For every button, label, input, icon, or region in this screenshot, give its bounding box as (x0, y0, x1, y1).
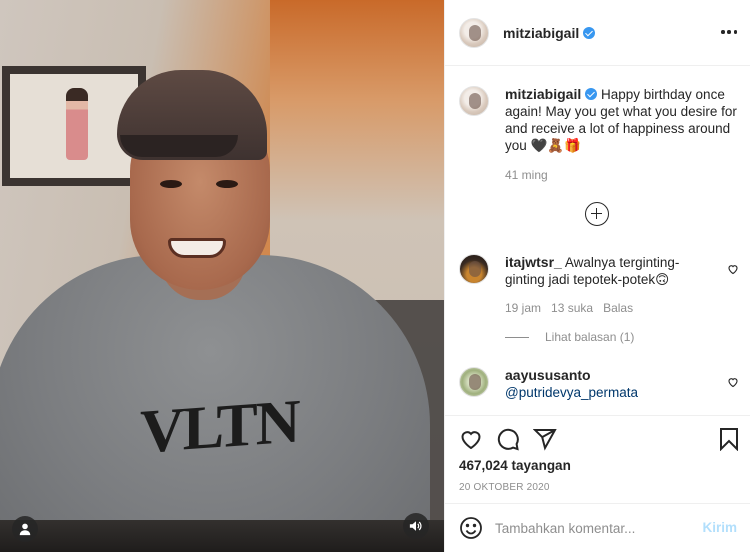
post-actions: 467,024 tayangan 20 OKTOBER 2020 (445, 415, 750, 505)
verified-icon (585, 88, 598, 100)
view-replies-label: Lihat balasan (1) (545, 330, 635, 344)
comment-button[interactable] (496, 427, 520, 451)
heart-icon (728, 378, 738, 388)
sweater-print: VLTN (140, 387, 299, 467)
more-options-button[interactable] (721, 24, 737, 40)
heart-icon (461, 431, 481, 450)
load-more-comments-button[interactable] (585, 202, 609, 226)
post-header: mitziabigail (445, 0, 750, 66)
like-comment-button[interactable] (727, 375, 739, 388)
avatar[interactable] (459, 86, 489, 116)
person-eye-left (160, 180, 182, 188)
comment-body: itajwtsr_ Awalnya terginting-ginting jad… (505, 254, 715, 288)
comment-username[interactable]: itajwtsr_ (505, 254, 562, 270)
caption-timestamp[interactable]: 41 ming (505, 168, 548, 182)
post-date[interactable]: 20 OKTOBER 2020 (459, 482, 550, 493)
post-comment-button[interactable]: Kirim (702, 520, 737, 535)
comment-input[interactable] (495, 520, 685, 536)
reply-button[interactable]: Balas (603, 301, 633, 315)
like-comment-button[interactable] (727, 262, 739, 275)
heart-icon (728, 265, 738, 275)
more-icon-dot (733, 30, 737, 34)
share-button[interactable] (532, 427, 557, 451)
person-eye-right (216, 180, 238, 188)
comment-meta: 19 jam 13 suka Balas (505, 301, 633, 315)
post-media-video[interactable]: VLTN (0, 0, 444, 552)
more-icon (721, 30, 725, 34)
user-tag-icon (19, 523, 31, 536)
person-smile (168, 238, 226, 258)
comment-age[interactable]: 19 jam (505, 301, 541, 315)
table-edge (0, 520, 444, 552)
avatar[interactable] (459, 17, 489, 48)
view-replies-button[interactable]: Lihat balasan (1) (505, 330, 634, 344)
like-button[interactable] (459, 427, 483, 451)
view-count[interactable]: 467,024 tayangan (459, 458, 571, 473)
mute-toggle-button[interactable] (403, 513, 429, 539)
verified-icon (583, 26, 596, 39)
emoji-button[interactable] (459, 516, 483, 540)
add-comment-bar: Kirim (445, 503, 750, 552)
caption-username[interactable]: mitziabigail (505, 86, 581, 102)
user-tag-button[interactable] (12, 516, 38, 542)
person-cap-brim (120, 135, 238, 157)
comment-body: aayususanto @putridevya_permata (505, 367, 715, 401)
share-icon (532, 429, 557, 451)
comment-item: itajwtsr_ Awalnya terginting-ginting jad… (459, 254, 743, 288)
bookmark-icon (720, 428, 738, 452)
post-details-panel: mitziabigail mitziabigail Happy birthday… (444, 0, 750, 552)
divider (505, 336, 529, 338)
author-name-wrap: mitziabigail (503, 25, 596, 41)
more-icon-dot (727, 30, 731, 34)
comment-mention-link[interactable]: @putridevya_permata (505, 385, 638, 400)
save-button[interactable] (717, 427, 741, 452)
comment-icon (497, 428, 519, 451)
comment-item: aayususanto @putridevya_permata (459, 367, 743, 401)
comment-likes[interactable]: 13 suka (551, 301, 593, 315)
emoji-icon (460, 517, 482, 539)
avatar[interactable] (459, 254, 489, 284)
caption-text-wrap: mitziabigail Happy birthday once again! … (505, 86, 739, 154)
author-username[interactable]: mitziabigail (503, 25, 579, 41)
post-caption: mitziabigail Happy birthday once again! … (459, 86, 739, 154)
speaker-icon (409, 521, 422, 531)
avatar[interactable] (459, 367, 489, 397)
comment-username[interactable]: aayususanto (505, 367, 715, 384)
